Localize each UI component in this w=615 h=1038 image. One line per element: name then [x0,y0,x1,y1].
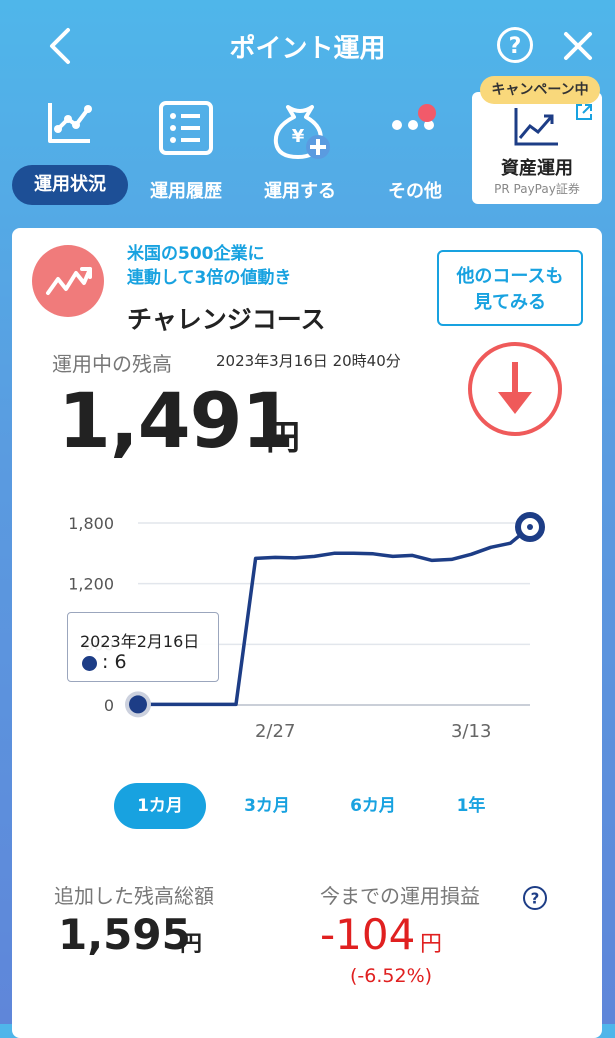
nav-status[interactable]: 運用状況 [12,95,134,210]
svg-text:¥: ¥ [292,126,305,147]
balance-value: 1,491 [58,376,294,465]
more-icon [392,104,436,130]
campaign-badge: キャンペーン中 [480,76,600,104]
profit-loss-unit: 円 [420,932,443,957]
down-arrow-icon [468,342,562,436]
period-1m[interactable]: 1カ月 [114,783,206,829]
period-3m[interactable]: 3カ月 [222,783,312,829]
added-total-unit: 円 [180,932,203,957]
profit-loss-value: -104 [320,910,416,959]
promo-title: 資産運用 [501,158,573,179]
line-chart-icon [48,103,92,143]
nav-label: 運用履歴 [150,181,222,202]
balance-unit: 円 [266,418,300,458]
tooltip-date: 2023年2月16日 [80,632,200,651]
help-icon[interactable]: ? [522,885,548,911]
growth-chart-icon [514,108,558,146]
close-icon[interactable] [560,28,596,64]
period-6m[interactable]: 6カ月 [328,783,418,829]
tooltip-value: : 6 [102,651,127,673]
money-bag-add-icon: ¥ [273,105,330,159]
course-name: チャレンジコース [127,305,326,334]
series-dot [82,656,97,671]
period-1y[interactable]: 1年 [436,783,506,829]
course-logo [32,245,104,317]
added-total-label: 追加した残高総額 [54,884,214,908]
y-tick-label: 1,800 [68,514,114,533]
promo-banner[interactable]: キャンペーン中 資産運用 PR PayPay証券 [472,76,602,204]
x-tick-label: 2/27 [255,721,295,742]
help-icon[interactable]: ? [496,26,534,64]
y-tick-label: 1,200 [68,575,114,594]
nav-label: その他 [388,181,442,202]
nav-label: 運用状況 [12,165,128,205]
x-tick-label: 3/13 [451,721,491,742]
list-icon [159,101,213,155]
nav-invest[interactable]: ¥ 運用する [240,95,360,210]
nav-more[interactable]: その他 [355,95,475,210]
other-course-button[interactable]: 他のコースも 見てみる [437,250,583,326]
chart-tooltip: 2023年2月16日 : 6 [67,612,219,682]
promo-subtitle: PR PayPay証券 [494,182,580,196]
external-link-icon [576,104,592,120]
course-description: 米国の500企業に 連動して3倍の値動き [127,244,292,288]
y-tick-label: 0 [104,696,114,715]
svg-text:?: ? [531,890,540,908]
added-total-value: 1,595 [58,910,191,959]
latest-point-center [527,524,533,531]
nav-label: 運用する [264,181,336,202]
nav-history[interactable]: 運用履歴 [126,95,246,210]
header: ポイント運用 ? 運用状況 運用履歴 ¥ 運用する その他 キャンペーン中 資産… [0,0,615,210]
balance-timestamp: 2023年3月16日 20時40分 [216,352,401,370]
svg-text:?: ? [509,34,522,59]
profit-loss-percent: (-6.52%) [350,965,433,987]
selected-point [129,695,147,714]
profit-loss-label: 今までの運用損益 [320,884,480,908]
zigzag-trend-icon [46,267,92,295]
balance-label: 運用中の残高 [52,352,172,376]
